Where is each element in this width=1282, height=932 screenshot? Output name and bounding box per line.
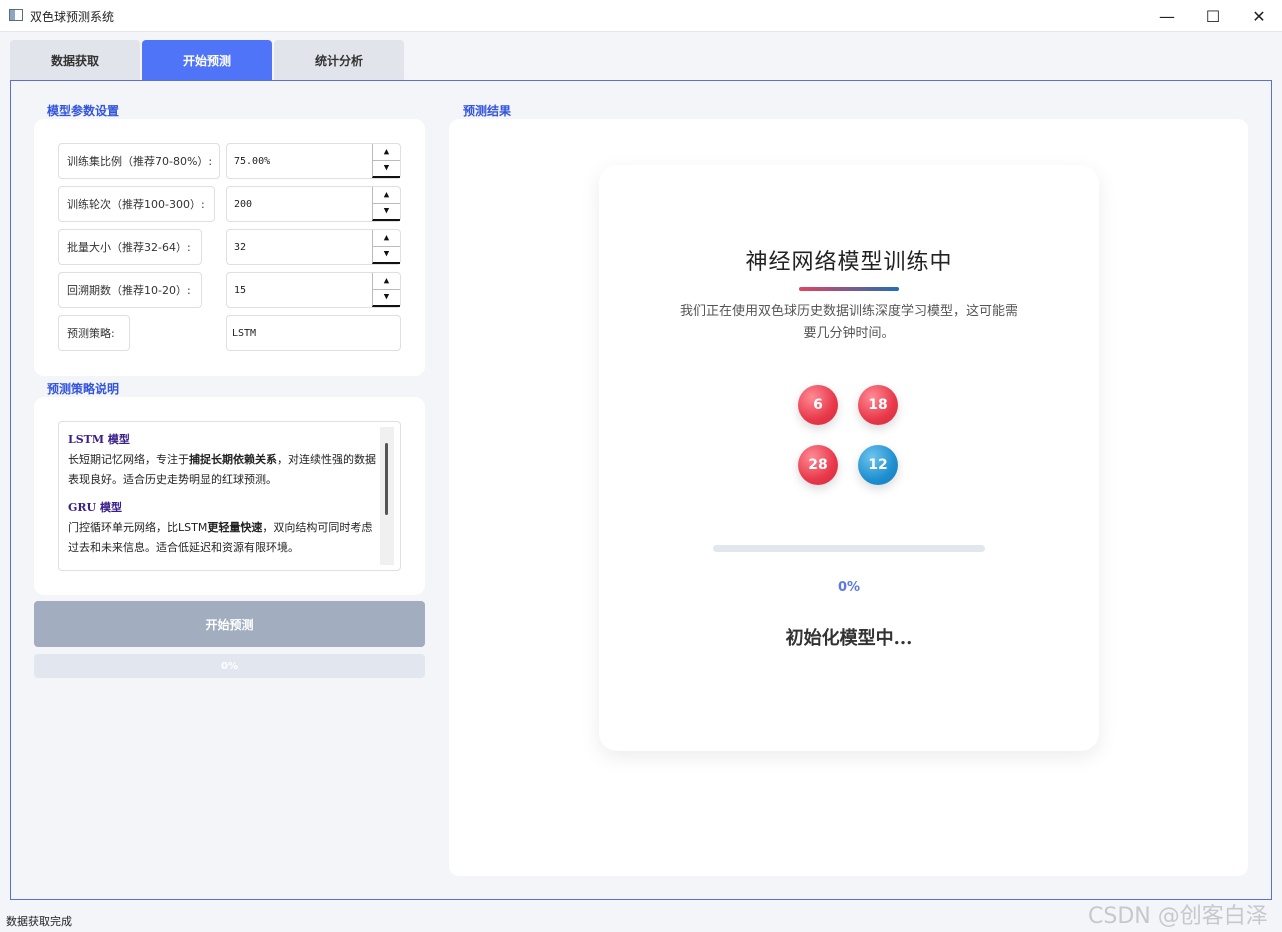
results-section-label: 预测结果 <box>463 104 512 118</box>
batch-size-spinbox[interactable]: 32 ▲ ▼ <box>226 229 401 265</box>
params-section-label: 模型参数设置 <box>47 104 120 118</box>
batch-size-value: 32 <box>234 241 247 253</box>
training-progress-track <box>713 545 985 552</box>
training-title: 神经网络模型训练中 <box>745 250 953 275</box>
lookback-spinbox[interactable]: 15 ▲ ▼ <box>226 272 401 308</box>
batch-size-up-button[interactable]: ▲ <box>372 230 400 246</box>
watermark: CSDN @创客白泽 <box>1088 904 1268 929</box>
train-ratio-value: 75.00% <box>234 155 271 167</box>
title-underline <box>799 287 899 291</box>
ball-3: 28 <box>798 445 838 485</box>
strategy-description-box[interactable]: LSTM 模型 长短期记忆网络，专注于捕捉长期依赖关系，对连续性强的数据表现良好… <box>58 421 401 571</box>
status-bar-text: 数据获取完成 <box>6 915 72 928</box>
start-predict-button[interactable]: 开始预测 <box>34 601 425 647</box>
batch-size-label: 批量大小（推荐32-64）: <box>58 229 202 265</box>
window-title: 双色球预测系统 <box>30 10 115 24</box>
app-icon <box>9 9 23 21</box>
close-button[interactable]: ✕ <box>1236 0 1282 32</box>
train-ratio-up-button[interactable]: ▲ <box>372 144 400 160</box>
strategy-section-label: 预测策略说明 <box>47 382 120 396</box>
predict-progress-bar: 0% <box>34 654 425 678</box>
strategy-value: LSTM <box>232 327 257 339</box>
ball-4: 12 <box>858 445 898 485</box>
gru-title: GRU 模型 <box>68 501 122 514</box>
epochs-down-button[interactable]: ▼ <box>372 202 400 221</box>
lookback-value: 15 <box>234 284 247 296</box>
train-ratio-spinbox[interactable]: 75.00% ▲ ▼ <box>226 143 401 179</box>
training-description: 我们正在使用双色球历史数据训练深度学习模型，这可能需要几分钟时间。 <box>679 304 1018 341</box>
gru-description: 门控循环单元网络，比LSTM更轻量快速，双向结构可同时考虑过去和未来信息。适合低… <box>68 521 373 554</box>
epochs-label: 训练轮次（推荐100-300）: <box>58 186 215 222</box>
strategy-select[interactable]: LSTM <box>226 315 401 351</box>
ball-2: 18 <box>858 385 898 425</box>
epochs-value: 200 <box>234 198 253 210</box>
training-progress-label: 0% <box>837 580 861 595</box>
description-scrollbar-thumb[interactable] <box>385 443 388 515</box>
minimize-button[interactable]: — <box>1144 0 1190 32</box>
train-ratio-label: 训练集比例（推荐70-80%）: <box>58 143 220 179</box>
train-ratio-down-button[interactable]: ▼ <box>372 159 400 178</box>
maximize-button[interactable]: ☐ <box>1190 0 1236 32</box>
batch-size-down-button[interactable]: ▼ <box>372 245 400 264</box>
tab-data-fetch[interactable]: 数据获取 <box>10 40 140 80</box>
strategy-description: LSTM 模型 长短期记忆网络，专注于捕捉长期依赖关系，对连续性强的数据表现良好… <box>68 430 378 558</box>
lstm-title: LSTM 模型 <box>68 433 130 446</box>
lookback-down-button[interactable]: ▼ <box>372 288 400 307</box>
lstm-description: 长短期记忆网络，专注于捕捉长期依赖关系，对连续性强的数据表现良好。适合历史走势明… <box>68 453 376 486</box>
lookback-label: 回溯期数（推荐10-20）: <box>58 272 202 308</box>
strategy-label: 预测策略: <box>58 315 130 351</box>
epochs-spinbox[interactable]: 200 ▲ ▼ <box>226 186 401 222</box>
ball-1: 6 <box>798 385 838 425</box>
tab-statistics[interactable]: 统计分析 <box>274 40 404 80</box>
title-bar: 双色球预测系统 — ☐ ✕ <box>0 0 1282 32</box>
epochs-up-button[interactable]: ▲ <box>372 187 400 203</box>
training-status: 初始化模型中... <box>785 628 913 649</box>
lookback-up-button[interactable]: ▲ <box>372 273 400 289</box>
tab-start-predict[interactable]: 开始预测 <box>142 40 272 80</box>
